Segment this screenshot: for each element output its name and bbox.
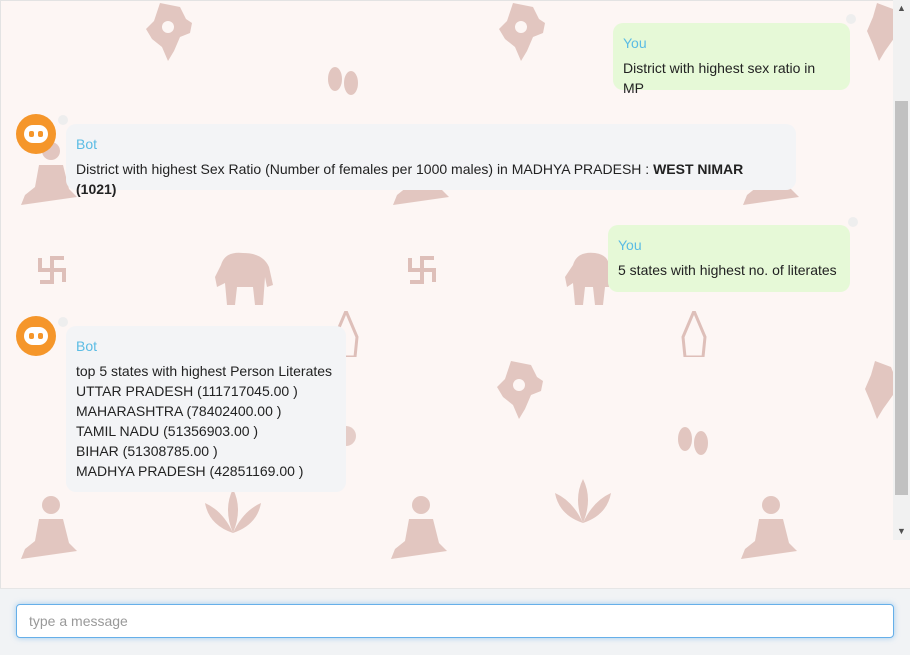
message-text: top 5 states with highest Person Literat… [76,361,336,481]
yoga-figure-motif [21,496,77,559]
scroll-up-arrow-icon[interactable]: ▲ [893,0,910,17]
india-map-motif [865,361,893,419]
message-status-dot [58,317,68,327]
message-input-bar [0,588,910,655]
scroll-thumb[interactable] [895,101,908,495]
user-message-bubble: You 5 states with highest no. of literat… [608,225,850,292]
message-line: TAMIL NADU (51356903.00 ) [76,423,259,439]
sender-label: Bot [76,136,98,152]
lotus-motif [205,489,261,533]
elephant-motif [565,252,609,305]
sender-label: Bot [76,338,98,354]
namaste-hands-motif [681,311,707,357]
elephant-motif [215,252,273,305]
bot-message-bubble: Bot top 5 states with highest Person Lit… [66,326,346,492]
footprints-motif [678,427,708,455]
yoga-figure-motif [741,496,797,559]
india-map-motif [499,3,545,61]
message-line: BIHAR (51308785.00 ) [76,443,218,459]
yoga-figure-motif [391,496,447,559]
message-line: MADHYA PRADESH (42851169.00 ) [76,463,304,479]
scroll-down-arrow-icon[interactable]: ▼ [893,523,910,540]
scrollbar-gap [893,540,910,588]
india-map-motif [146,3,192,61]
message-status-dot [848,217,858,227]
swastika-motif [38,256,66,284]
india-map-motif [867,3,893,61]
india-map-motif [497,361,543,419]
lotus-motif [555,479,611,523]
message-text: District with highest Sex Ratio (Number … [76,159,786,199]
message-line: MAHARASHTRA (78402400.00 ) [76,403,282,419]
footprints-motif [328,67,358,95]
message-text-prefix: District with highest Sex Ratio (Number … [76,161,654,177]
message-input[interactable] [16,604,894,638]
bot-message-bubble: Bot District with highest Sex Ratio (Num… [66,124,796,197]
bot-avatar-icon [16,316,56,356]
chat-scrollbar[interactable]: ▲ ▼ [893,0,910,540]
user-message-bubble: You District with highest sex ratio in M… [613,23,850,96]
message-line: top 5 states with highest Person Literat… [76,363,333,379]
message-line: UTTAR PRADESH (111717045.00 ) [76,383,298,399]
message-text: District with highest sex ratio in MP [623,60,816,96]
message-text: 5 states with highest no. of literates [618,262,837,278]
sender-label: You [623,35,647,51]
bot-avatar-icon [16,114,56,154]
message-status-dot [58,115,68,125]
chat-window: You District with highest sex ratio in M… [0,0,893,588]
sender-label: You [618,237,642,253]
swastika-motif [408,256,436,284]
message-status-dot [846,14,856,24]
